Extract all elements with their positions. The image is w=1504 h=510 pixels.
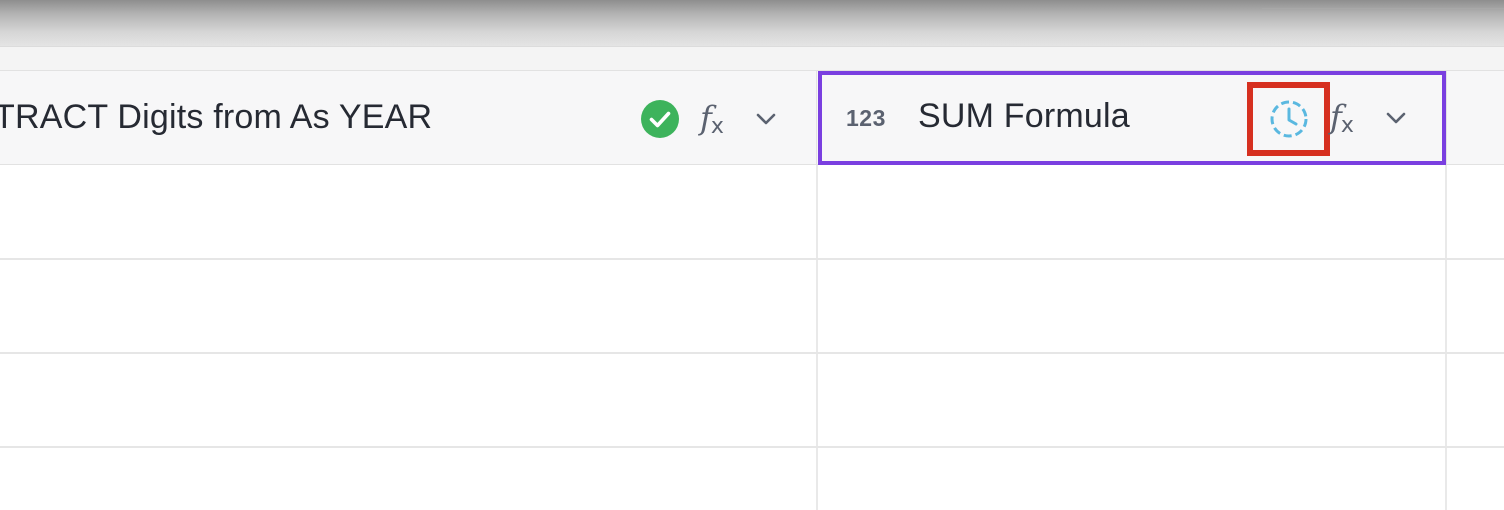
fx-icon[interactable]: fx: [700, 102, 724, 138]
table-cell[interactable]: [0, 354, 816, 446]
fx-icon[interactable]: fx: [1330, 101, 1354, 137]
top-divider: [1262, 8, 1504, 9]
table-cell[interactable]: [0, 448, 816, 510]
toolbar-strip: [0, 46, 1504, 70]
column-separator: [1446, 71, 1447, 164]
chevron-down-icon[interactable]: [754, 107, 778, 131]
column-separator: [816, 71, 817, 164]
check-circle-icon: [641, 100, 679, 138]
table-cell[interactable]: [818, 354, 1445, 446]
data-grid: [0, 165, 1504, 510]
table-cell[interactable]: [818, 448, 1445, 510]
column-divider: [1445, 165, 1447, 510]
table-cell[interactable]: [0, 165, 816, 258]
chevron-down-icon[interactable]: [1384, 106, 1408, 130]
table-cell[interactable]: [0, 260, 816, 352]
table-cell[interactable]: [818, 165, 1445, 258]
column-title: SUM Formula: [918, 97, 1130, 135]
highlight-annotation-box: [1247, 82, 1330, 156]
column-title: TRACT Digits from As YEAR: [0, 98, 433, 136]
window-top-bar: [0, 0, 1504, 46]
number-type-icon: 123: [846, 105, 886, 131]
table-cell[interactable]: [818, 260, 1445, 352]
